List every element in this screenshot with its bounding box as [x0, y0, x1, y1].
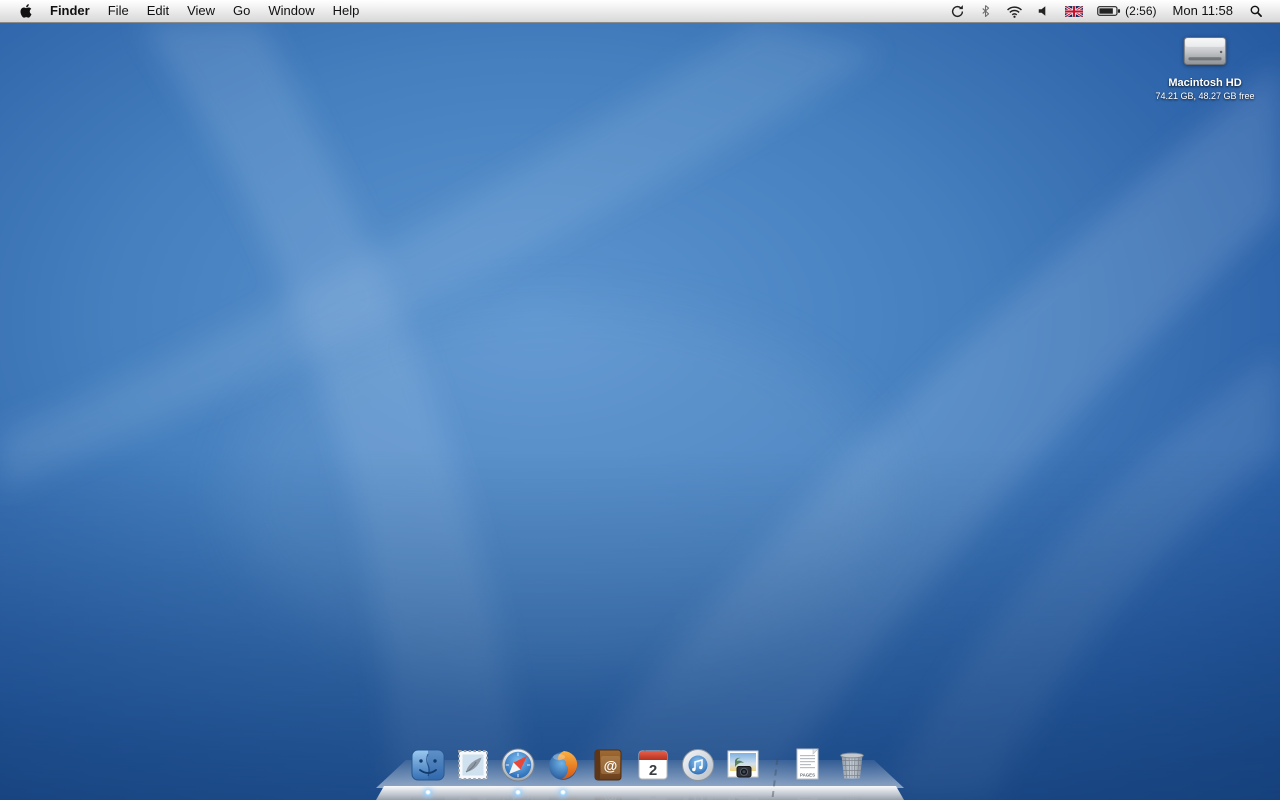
hd-icon-info: 74.21 GB, 48.27 GB free: [1155, 91, 1255, 101]
app-menu-finder[interactable]: Finder: [41, 0, 99, 22]
volume-icon[interactable]: [1030, 0, 1058, 22]
pages-badge-text: PAGES: [800, 773, 815, 778]
ical-day-number: 2: [649, 762, 657, 779]
bluetooth-icon[interactable]: [972, 0, 999, 22]
running-indicator: [560, 790, 566, 796]
iphoto-icon: [727, 750, 759, 778]
dock-item-pages[interactable]: PAGES: [787, 745, 827, 787]
menu-bar-clock[interactable]: Mon 11:58: [1164, 0, 1242, 22]
hard-drive-icon: [1183, 36, 1227, 66]
dock-item-itunes[interactable]: [678, 745, 718, 787]
dock-items-row: @ 2 PAGES: [376, 745, 904, 800]
dock-item-firefox[interactable]: [543, 745, 583, 796]
running-indicator: [515, 790, 521, 796]
menu-bar-status-area: (2:56) Mon 11:58: [943, 0, 1280, 22]
menu-view[interactable]: View: [178, 0, 224, 22]
dock-separator[interactable]: [768, 745, 782, 787]
safari-icon: [501, 748, 535, 782]
trash-icon: [840, 752, 864, 779]
menu-window[interactable]: Window: [259, 0, 323, 22]
finder-icon: [411, 749, 445, 781]
menu-bar: Finder File Edit View Go Window Help (2:…: [0, 0, 1280, 23]
dock-item-ical[interactable]: 2: [633, 745, 673, 787]
battery-icon: [1097, 6, 1121, 16]
firefox-icon: [549, 751, 578, 780]
dock-item-trash[interactable]: [832, 745, 872, 787]
desktop-icon-macintosh-hd[interactable]: Macintosh HD 74.21 GB, 48.27 GB free: [1140, 30, 1270, 101]
apple-menu-icon[interactable]: [10, 0, 41, 22]
dock: @ 2 PAGES: [376, 745, 904, 800]
dock-item-addressbook[interactable]: @: [588, 745, 628, 787]
sync-icon[interactable]: [943, 0, 972, 22]
address-book-icon: @: [594, 749, 622, 781]
dock-item-mail[interactable]: [453, 745, 493, 787]
ical-icon: 2: [638, 750, 668, 780]
menu-file[interactable]: File: [99, 0, 138, 22]
itunes-icon: [682, 749, 714, 781]
mail-icon: [458, 750, 488, 780]
menu-bar-left: Finder File Edit View Go Window Help: [0, 0, 368, 22]
addressbook-at-glyph: @: [604, 758, 618, 774]
dock-item-finder[interactable]: [408, 745, 448, 796]
dock-item-iphoto[interactable]: [723, 745, 763, 787]
hd-icon-label: Macintosh HD: [1168, 77, 1242, 89]
desktop-surface[interactable]: Macintosh HD 74.21 GB, 48.27 GB free @ 2…: [0, 22, 1280, 800]
aqua-blue-wallpaper: [0, 22, 1280, 800]
input-language-flag-icon[interactable]: [1058, 0, 1090, 22]
dock-item-safari[interactable]: [498, 745, 538, 796]
menu-go[interactable]: Go: [224, 0, 259, 22]
wifi-icon[interactable]: [999, 0, 1030, 22]
running-indicator: [425, 790, 431, 796]
battery-time-remaining: (2:56): [1125, 4, 1157, 18]
menu-help[interactable]: Help: [324, 0, 369, 22]
menu-edit[interactable]: Edit: [138, 0, 178, 22]
spotlight-icon[interactable]: [1242, 0, 1270, 22]
apple-logo-icon: [20, 4, 32, 18]
battery-indicator[interactable]: (2:56): [1090, 0, 1163, 22]
pages-document-icon: PAGES: [796, 748, 819, 780]
